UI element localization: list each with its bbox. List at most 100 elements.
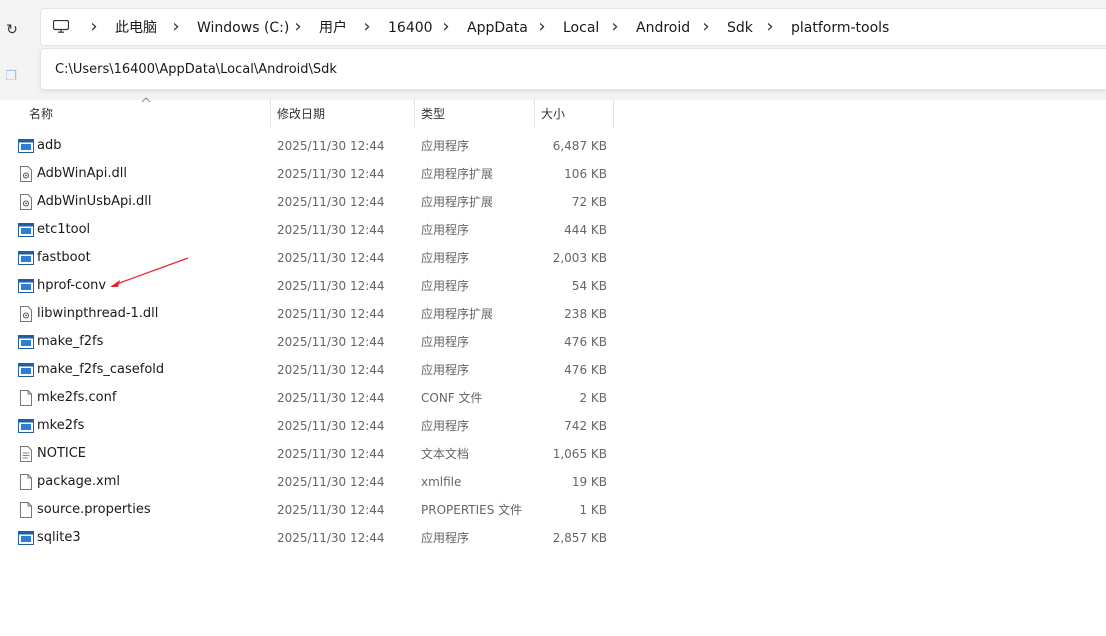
breadcrumb-item[interactable]: Sdk <box>727 19 753 37</box>
file-name: hprof-conv <box>37 278 107 293</box>
breadcrumb-item[interactable]: 16400 <box>388 19 433 37</box>
file-icon <box>18 502 34 518</box>
dll-icon <box>18 194 34 210</box>
chevron-right-icon[interactable]: › <box>609 18 621 36</box>
file-name: sqlite3 <box>37 530 81 545</box>
chevron-right-icon[interactable]: › <box>440 18 452 36</box>
exe-icon <box>18 362 34 378</box>
column-header-size[interactable]: 大小 <box>541 100 565 128</box>
file-name: mke2fs <box>37 418 85 433</box>
file-size: 476 KB <box>564 335 607 349</box>
exe-icon <box>18 138 34 154</box>
column-header-type[interactable]: 类型 <box>421 100 445 128</box>
breadcrumb-bar[interactable]: › 此电脑 › Windows (C:) › 用户 › 16400 › AppData › Local… <box>40 8 1106 46</box>
file-row[interactable]: mke2fs.conf 2025/11/30 12:44 CONF 文件 2 KB <box>0 384 620 412</box>
breadcrumb-item[interactable]: Android <box>636 19 690 37</box>
chevron-right-icon[interactable]: › <box>700 18 712 36</box>
exe-icon <box>18 530 34 546</box>
refresh-icon[interactable]: ↻ <box>2 20 22 40</box>
column-divider[interactable] <box>270 100 271 128</box>
column-header-date[interactable]: 修改日期 <box>277 100 325 128</box>
chevron-right-icon[interactable]: › <box>536 18 548 36</box>
column-divider[interactable] <box>414 100 415 128</box>
file-size: 2,003 KB <box>552 251 607 265</box>
file-name: make_f2fs <box>37 334 104 349</box>
file-modified-date: 2025/11/30 12:44 <box>277 251 385 265</box>
file-modified-date: 2025/11/30 12:44 <box>277 531 385 545</box>
file-type: PROPERTIES 文件 <box>421 503 523 517</box>
file-type: 应用程序 <box>421 419 470 433</box>
file-modified-date: 2025/11/30 12:44 <box>277 307 385 321</box>
file-size: 238 KB <box>564 307 607 321</box>
file-row[interactable]: adb 2025/11/30 12:44 应用程序 6,487 KB <box>0 132 620 160</box>
file-type: 应用程序 <box>421 363 470 377</box>
file-size: 106 KB <box>564 167 607 181</box>
file-row[interactable]: NOTICE 2025/11/30 12:44 文本文档 1,065 KB <box>0 440 620 468</box>
file-row[interactable]: fastboot 2025/11/30 12:44 应用程序 2,003 KB <box>0 244 620 272</box>
file-row[interactable]: make_f2fs 2025/11/30 12:44 应用程序 476 KB <box>0 328 620 356</box>
file-size: 54 KB <box>571 279 607 293</box>
file-size: 1 KB <box>579 503 607 517</box>
file-type: 文本文档 <box>421 447 470 461</box>
file-type: 应用程序扩展 <box>421 195 494 209</box>
file-name: libwinpthread-1.dll <box>37 306 159 321</box>
file-size: 444 KB <box>564 223 607 237</box>
file-size: 2 KB <box>579 391 607 405</box>
file-row[interactable]: package.xml 2025/11/30 12:44 xmlfile 19 KB <box>0 468 620 496</box>
file-type: 应用程序 <box>421 531 470 545</box>
file-size: 19 KB <box>571 475 607 489</box>
file-modified-date: 2025/11/30 12:44 <box>277 419 385 433</box>
chevron-right-icon[interactable]: › <box>764 18 776 36</box>
file-modified-date: 2025/11/30 12:44 <box>277 139 385 153</box>
file-size: 72 KB <box>571 195 607 209</box>
breadcrumb-item[interactable]: Windows (C:) <box>197 19 289 37</box>
breadcrumb-item[interactable]: AppData <box>467 19 528 37</box>
file-modified-date: 2025/11/30 12:44 <box>277 335 385 349</box>
breadcrumb-item[interactable]: platform-tools <box>791 19 889 37</box>
file-size: 2,857 KB <box>552 531 607 545</box>
breadcrumb-item[interactable]: 用户 <box>319 19 347 37</box>
file-type: 应用程序扩展 <box>421 167 494 181</box>
file-name: AdbWinApi.dll <box>37 166 127 181</box>
file-row[interactable]: make_f2fs_casefold 2025/11/30 12:44 应用程序 47… <box>0 356 620 384</box>
file-row[interactable]: sqlite3 2025/11/30 12:44 应用程序 2,857 KB <box>0 524 620 552</box>
file-row[interactable]: hprof-conv 2025/11/30 12:44 应用程序 54 KB <box>0 272 620 300</box>
file-row[interactable]: etc1tool 2025/11/30 12:44 应用程序 444 KB <box>0 216 620 244</box>
file-type: 应用程序 <box>421 279 470 293</box>
file-modified-date: 2025/11/30 12:44 <box>277 167 385 181</box>
file-row[interactable]: source.properties 2025/11/30 12:44 PROPERT… <box>0 496 620 524</box>
file-row[interactable]: AdbWinApi.dll 2025/11/30 12:44 应用程序扩展 106 K… <box>0 160 620 188</box>
dll-icon <box>18 166 34 182</box>
text-file-icon <box>18 446 34 462</box>
sort-ascending-icon <box>141 97 151 103</box>
chevron-right-icon[interactable]: › <box>88 18 100 36</box>
file-row[interactable]: libwinpthread-1.dll 2025/11/30 12:44 应用程序扩… <box>0 300 620 328</box>
file-type: 应用程序 <box>421 251 470 265</box>
address-bar[interactable] <box>40 48 1106 90</box>
this-pc-icon[interactable] <box>53 20 69 33</box>
address-input[interactable] <box>55 59 955 79</box>
column-divider[interactable] <box>534 100 535 128</box>
copy-path-icon[interactable]: ❐ <box>2 68 20 86</box>
chevron-right-icon[interactable]: › <box>361 18 373 36</box>
exe-icon <box>18 334 34 350</box>
file-size: 742 KB <box>564 419 607 433</box>
file-modified-date: 2025/11/30 12:44 <box>277 195 385 209</box>
file-name: package.xml <box>37 474 120 489</box>
file-modified-date: 2025/11/30 12:44 <box>277 279 385 293</box>
file-row[interactable]: AdbWinUsbApi.dll 2025/11/30 12:44 应用程序扩展 72… <box>0 188 620 216</box>
file-name: etc1tool <box>37 222 91 237</box>
file-modified-date: 2025/11/30 12:44 <box>277 223 385 237</box>
chevron-right-icon[interactable]: › <box>292 18 304 36</box>
file-name: adb <box>37 138 62 153</box>
file-name: AdbWinUsbApi.dll <box>37 194 152 209</box>
breadcrumb-item[interactable]: Local <box>563 19 599 37</box>
file-type: 应用程序 <box>421 223 470 237</box>
file-row[interactable]: mke2fs 2025/11/30 12:44 应用程序 742 KB <box>0 412 620 440</box>
file-icon <box>18 390 34 406</box>
file-type: 应用程序 <box>421 335 470 349</box>
column-header-name[interactable]: 名称 <box>29 100 53 128</box>
chevron-right-icon[interactable]: › <box>170 18 182 36</box>
breadcrumb-item[interactable]: 此电脑 <box>115 19 157 37</box>
column-divider[interactable] <box>613 100 614 128</box>
